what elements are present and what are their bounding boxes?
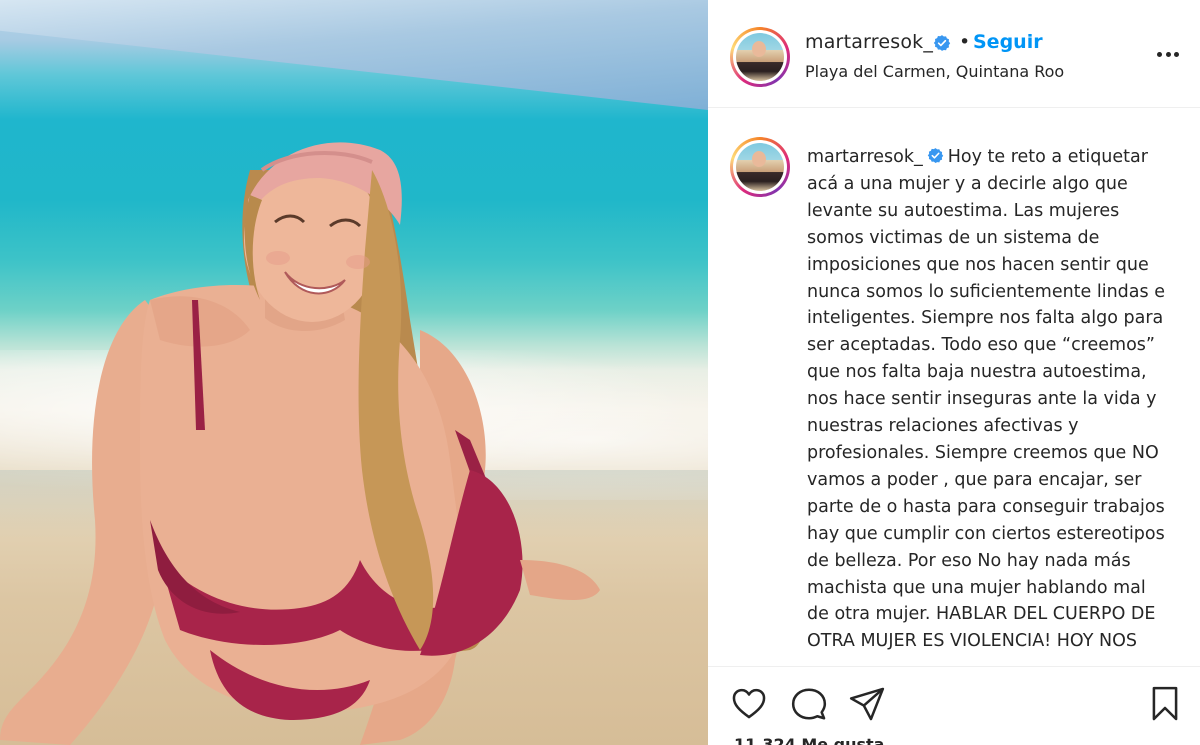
verified-badge-icon bbox=[933, 35, 951, 51]
more-options-icon[interactable] bbox=[1153, 42, 1183, 66]
author-avatar[interactable] bbox=[730, 27, 790, 87]
caption-verified-badge-icon bbox=[927, 148, 943, 163]
post-caption: martarresok_ Hoy te reto a etiquetar acá… bbox=[807, 144, 1167, 664]
bookmark-icon[interactable] bbox=[1146, 685, 1184, 723]
comments-area[interactable]: martarresok_ Hoy te reto a etiquetar acá… bbox=[708, 109, 1200, 665]
photo-subject-illustration bbox=[0, 142, 600, 745]
post-header: martarresok_ • Seguir Playa del Carmen, … bbox=[708, 0, 1200, 108]
author-username[interactable]: martarresok_ bbox=[805, 31, 933, 53]
post-location[interactable]: Playa del Carmen, Quintana Roo bbox=[805, 62, 1064, 81]
author-avatar-image bbox=[736, 33, 784, 81]
caption-avatar[interactable] bbox=[730, 137, 790, 197]
post-photo[interactable] bbox=[0, 0, 708, 745]
header-separator: • bbox=[959, 31, 971, 53]
caption-avatar-image bbox=[736, 143, 784, 191]
comment-icon[interactable] bbox=[790, 685, 828, 723]
follow-button[interactable]: Seguir bbox=[973, 31, 1043, 53]
heart-icon[interactable] bbox=[730, 685, 768, 723]
action-bar: 11.324 Me gusta bbox=[708, 666, 1200, 745]
post-sidebar: martarresok_ • Seguir Playa del Carmen, … bbox=[708, 0, 1200, 745]
likes-count[interactable]: 11.324 Me gusta bbox=[734, 735, 884, 745]
caption-text: Hoy te reto a etiquetar acá a una mujer … bbox=[807, 147, 1165, 652]
caption-username[interactable]: martarresok_ bbox=[807, 147, 923, 167]
paper-plane-icon[interactable] bbox=[848, 685, 886, 723]
